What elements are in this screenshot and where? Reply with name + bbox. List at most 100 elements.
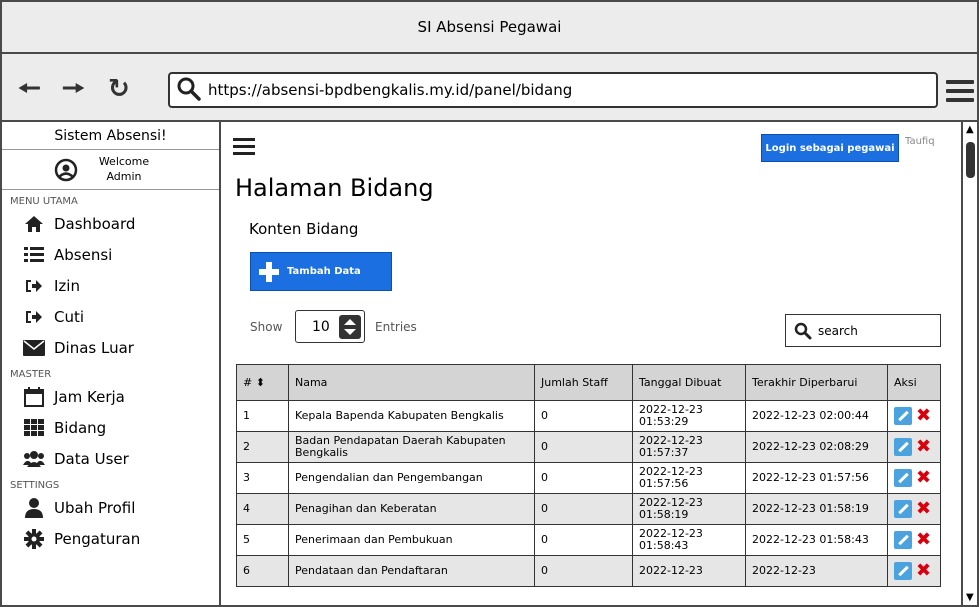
- edit-icon[interactable]: [894, 469, 912, 487]
- bidang-table: # ⬍ Nama Jumlah Staff Tanggal Dibuat Ter…: [236, 364, 941, 587]
- cell-jumlah-staff: 0: [534, 400, 633, 432]
- hamburger-icon[interactable]: [946, 80, 974, 102]
- table-row: 2 Badan Pendapatan Daerah Kabupaten Bengk…: [236, 431, 941, 463]
- delete-icon[interactable]: ✖: [916, 407, 931, 425]
- delete-icon[interactable]: ✖: [916, 469, 931, 487]
- cell-terakhir-diperbarui: 2022-12-23 02:00:44: [745, 400, 888, 432]
- user-name: Admin: [106, 170, 142, 183]
- column-header-terakhir-diperbarui[interactable]: Terakhir Diperbarui: [745, 364, 888, 401]
- cell-nama: Penerimaan dan Pembukuan: [288, 524, 535, 556]
- sidebar-item-dashboard[interactable]: Dashboard: [2, 208, 219, 239]
- login-as-employee-button[interactable]: Login sebagai pegawai: [761, 134, 899, 162]
- cell-tanggal-dibuat: 2022-12-23 01:58:19: [632, 493, 746, 525]
- table-row: 4 Penagihan dan Keberatan 0 2022-12-23 01:5…: [236, 493, 941, 525]
- plus-icon: [259, 261, 279, 282]
- column-header-nama[interactable]: Nama: [288, 364, 535, 401]
- sidebar-item-label: Bidang: [54, 418, 107, 437]
- column-header-number[interactable]: # ⬍: [236, 364, 289, 401]
- vertical-scrollbar[interactable]: ▲ ▼: [961, 122, 977, 605]
- browser-navbar: 🠔 🠖 ↻ https://absensi-bpdbengkalis.my.id…: [2, 54, 977, 122]
- sidebar-item-izin[interactable]: Izin: [2, 270, 219, 301]
- grid-icon: [22, 417, 46, 439]
- sidebar-item-label: Pengaturan: [54, 529, 141, 548]
- edit-icon[interactable]: [894, 407, 912, 425]
- sign-in-icon: [22, 275, 46, 297]
- edit-icon[interactable]: [894, 438, 912, 456]
- main-content: Login sebagai pegawai Taufiq Halaman Bid…: [221, 122, 961, 605]
- sidebar-item-bidang[interactable]: Bidang: [2, 412, 219, 443]
- arrow-right-icon[interactable]: 🠖: [62, 76, 85, 102]
- sidebar-item-dinas-luar[interactable]: Dinas Luar: [2, 332, 219, 363]
- cell-nama: Pendataan dan Pendaftaran: [288, 555, 535, 587]
- delete-icon[interactable]: ✖: [916, 500, 931, 518]
- sidebar-item-label: Izin: [54, 276, 80, 295]
- gear-icon: [22, 528, 46, 550]
- cell-aksi: ✖: [887, 431, 941, 463]
- cell-nama: Penagihan dan Keberatan: [288, 493, 535, 525]
- cell-jumlah-staff: 0: [534, 524, 633, 556]
- spinner-icon[interactable]: [339, 315, 361, 339]
- edit-icon[interactable]: [894, 562, 912, 580]
- sidebar-title: Sistem Absensi!: [2, 122, 219, 150]
- cell-jumlah-staff: 0: [534, 493, 633, 525]
- entries-select[interactable]: 10: [295, 310, 365, 343]
- cell-terakhir-diperbarui: 2022-12-23 02:08:29: [745, 431, 888, 463]
- browser-window: SI Absensi Pegawai 🠔 🠖 ↻ https://absensi…: [0, 0, 979, 607]
- cell-terakhir-diperbarui: 2022-12-23 01:57:56: [745, 462, 888, 494]
- scrollbar-thumb[interactable]: [966, 142, 975, 178]
- menu-toggle-icon[interactable]: [233, 138, 255, 156]
- cell-aksi: ✖: [887, 462, 941, 494]
- column-header-jumlah-staff[interactable]: Jumlah Staff: [534, 364, 633, 401]
- cell-tanggal-dibuat: 2022-12-23 01:57:56: [632, 462, 746, 494]
- cell-tanggal-dibuat: 2022-12-23: [632, 555, 746, 587]
- column-header-tanggal-dibuat[interactable]: Tanggal Dibuat: [632, 364, 746, 401]
- sort-icon[interactable]: ⬍: [256, 376, 265, 389]
- address-bar[interactable]: https://absensi-bpdbengkalis.my.id/panel…: [168, 72, 938, 108]
- user-icon: [22, 497, 46, 519]
- reload-icon[interactable]: ↻: [108, 76, 130, 102]
- home-icon: [22, 213, 46, 235]
- cell-jumlah-staff: 0: [534, 431, 633, 463]
- sidebar-item-label: Ubah Profil: [54, 498, 136, 517]
- sidebar-item-ubah-profil[interactable]: Ubah Profil: [2, 492, 219, 523]
- add-data-label: Tambah Data: [287, 266, 361, 277]
- table-row: 1 Kepala Bapenda Kabupaten Bengkalis 0 2022…: [236, 400, 941, 432]
- cell-aksi: ✖: [887, 555, 941, 587]
- username-label: Taufiq: [905, 136, 935, 147]
- scroll-down-icon[interactable]: ▼: [966, 592, 974, 603]
- edit-icon[interactable]: [894, 500, 912, 518]
- sidebar-item-jam-kerja[interactable]: Jam Kerja: [2, 381, 219, 412]
- scroll-up-icon[interactable]: ▲: [966, 124, 974, 135]
- section-subtitle: Konten Bidang: [249, 220, 359, 238]
- search-input[interactable]: search: [785, 314, 941, 347]
- delete-icon[interactable]: ✖: [916, 562, 931, 580]
- welcome-text: Welcome Admin: [88, 154, 160, 184]
- sidebar-item-pengaturan[interactable]: Pengaturan: [2, 523, 219, 554]
- section-settings: SETTINGS: [10, 480, 60, 491]
- show-label: Show: [250, 320, 283, 334]
- window-titlebar: SI Absensi Pegawai: [2, 2, 977, 54]
- sidebar-item-absensi[interactable]: Absensi: [2, 239, 219, 270]
- cell-number: 5: [236, 524, 289, 556]
- sidebar-item-cuti[interactable]: Cuti: [2, 301, 219, 332]
- cell-nama: Kepala Bapenda Kabupaten Bengkalis: [288, 400, 535, 432]
- column-header-aksi: Aksi: [887, 364, 941, 401]
- cell-jumlah-staff: 0: [534, 462, 633, 494]
- cell-jumlah-staff: 0: [534, 555, 633, 587]
- cell-nama: Pengendalian dan Pengembangan: [288, 462, 535, 494]
- welcome-panel: Welcome Admin: [2, 150, 219, 190]
- arrow-left-icon[interactable]: 🠔: [18, 76, 41, 102]
- cell-tanggal-dibuat: 2022-12-23 01:57:37: [632, 431, 746, 463]
- delete-icon[interactable]: ✖: [916, 531, 931, 549]
- cell-tanggal-dibuat: 2022-12-23 01:53:29: [632, 400, 746, 432]
- add-data-button[interactable]: Tambah Data: [250, 252, 392, 291]
- search-placeholder: search: [818, 323, 858, 338]
- sidebar-item-data-user[interactable]: Data User: [2, 443, 219, 474]
- sidebar-item-label: Absensi: [54, 245, 113, 264]
- entries-value: 10: [312, 318, 330, 335]
- edit-icon[interactable]: [894, 531, 912, 549]
- cell-terakhir-diperbarui: 2022-12-23: [745, 555, 888, 587]
- envelope-icon: [22, 337, 46, 359]
- delete-icon[interactable]: ✖: [916, 438, 931, 456]
- search-icon: [794, 322, 812, 340]
